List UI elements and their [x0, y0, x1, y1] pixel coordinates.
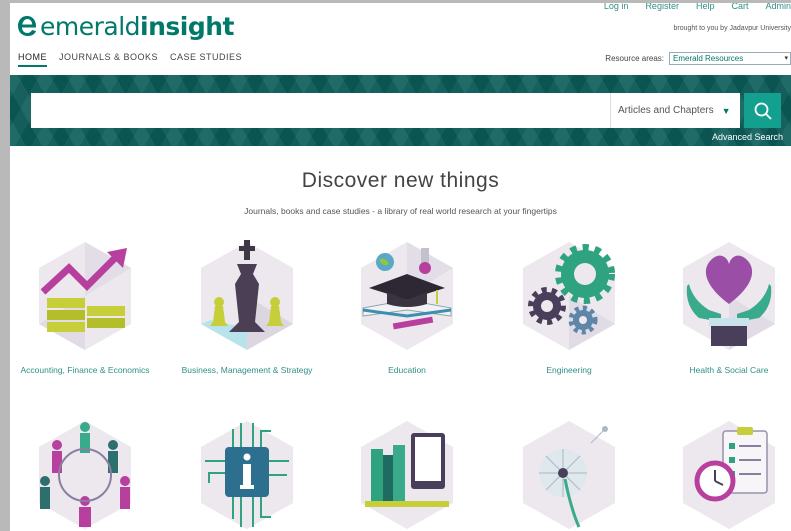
- search-button[interactable]: [744, 93, 781, 128]
- tile-label: Accounting, Finance & Economics: [20, 365, 150, 375]
- nav-journals-books[interactable]: JOURNALS & BOOKS: [59, 52, 158, 67]
- resource-areas: Resource areas: Emerald Resources ▾: [605, 52, 791, 65]
- logo-text-light: emerald: [40, 11, 141, 41]
- resource-areas-select[interactable]: Emerald Resources ▾: [669, 52, 791, 65]
- discover-subtitle: Journals, books and case studies - a lib…: [244, 206, 557, 216]
- books-tablet-icon: [361, 421, 453, 529]
- graduation-cap-icon: [361, 242, 453, 350]
- dandelion-icon: [523, 421, 615, 529]
- tile-health-social-care[interactable]: Health & Social Care: [654, 240, 791, 378]
- logo-text-bold: insight: [140, 11, 234, 41]
- emerald-insight-logo[interactable]: emeraldinsight: [17, 11, 234, 41]
- tile-label: Education: [388, 365, 426, 375]
- tile-engineering[interactable]: Engineering: [494, 240, 644, 378]
- admin-link[interactable]: Admin: [765, 3, 791, 11]
- logo-text: emeraldinsight: [40, 12, 234, 41]
- help-link[interactable]: Help: [696, 3, 715, 11]
- tile-accounting-finance-economics[interactable]: Accounting, Finance & Economics: [10, 240, 160, 378]
- tile-row2-5[interactable]: [654, 419, 791, 531]
- heart-hands-icon: [683, 242, 775, 350]
- register-link[interactable]: Register: [645, 3, 679, 11]
- tile-label: Business, Management & Strategy: [181, 365, 313, 375]
- search-scope-dropdown[interactable]: Articles and Chapters ▼: [610, 93, 740, 128]
- people-circle-icon: [39, 421, 131, 529]
- tile-row2-2[interactable]: [172, 419, 322, 531]
- cart-link[interactable]: Cart: [731, 3, 748, 11]
- resource-areas-label: Resource areas:: [605, 54, 664, 63]
- login-link[interactable]: Log in: [604, 3, 629, 11]
- tile-row2-3[interactable]: [332, 419, 482, 531]
- chevron-down-icon: ▾: [784, 55, 788, 62]
- advanced-search-link[interactable]: Advanced Search: [712, 132, 783, 142]
- info-circuit-icon: [201, 421, 293, 529]
- search-input[interactable]: [31, 93, 610, 128]
- search-icon: [754, 102, 772, 120]
- tile-label: Health & Social Care: [689, 365, 769, 375]
- main-nav: HOME JOURNALS & BOOKS CASE STUDIES: [18, 52, 242, 67]
- clipboard-clock-icon: [683, 421, 775, 529]
- institution-notice: brought to you by Jadavpur University: [673, 25, 791, 32]
- tile-label: Engineering: [546, 365, 592, 375]
- nav-case-studies[interactable]: CASE STUDIES: [170, 52, 242, 67]
- caret-down-icon: ▼: [721, 105, 731, 116]
- emerald-logo-icon: [18, 16, 37, 36]
- resource-areas-value: Emerald Resources: [673, 54, 744, 63]
- tile-education[interactable]: Education: [332, 240, 482, 378]
- chart-coins-icon: [39, 242, 131, 350]
- tile-row2-1[interactable]: [10, 419, 160, 531]
- utility-links: Log in Register Help Cart Admin: [604, 3, 791, 11]
- nav-home[interactable]: HOME: [18, 52, 47, 67]
- search-scope-label: Articles and Chapters: [618, 105, 714, 116]
- gears-icon: [523, 242, 615, 350]
- page: emeraldinsight Log in Register Help Cart…: [10, 3, 791, 531]
- tile-row2-4[interactable]: [494, 419, 644, 531]
- tile-business-management-strategy[interactable]: Business, Management & Strategy: [172, 240, 322, 378]
- discover-title: Discover new things: [301, 169, 500, 192]
- search-band: Articles and Chapters ▼ Advanced Search: [10, 75, 791, 146]
- chess-icon: [201, 240, 293, 350]
